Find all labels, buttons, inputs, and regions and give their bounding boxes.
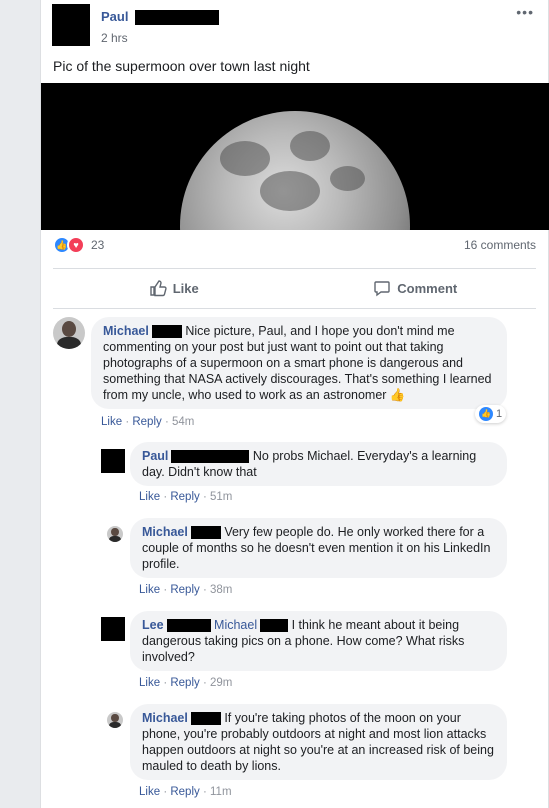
comment-button[interactable]: Comment [295, 270, 537, 306]
poster-name[interactable]: Paul [101, 9, 220, 26]
like-label: Like [172, 280, 199, 296]
comment-bubble: Lee Michael I think he meant about it be… [130, 611, 507, 671]
comment-count[interactable]: 16 comments [464, 238, 536, 252]
comment-time[interactable]: 54m [172, 416, 194, 428]
commenter-avatar[interactable] [107, 712, 123, 728]
redacted-surname [135, 10, 220, 26]
comment-author[interactable]: Michael [103, 324, 149, 338]
post-stats: 👍 ♥ 23 16 comments [53, 236, 536, 254]
commenter-avatar[interactable] [107, 526, 123, 542]
comment-time[interactable]: 29m [210, 677, 232, 689]
comment-meta: Like · Reply · 54m [101, 416, 195, 428]
comment-bubble: Paul No probs Michael. Everyday's a lear… [130, 442, 507, 486]
mention-tag[interactable]: Michael [214, 618, 257, 632]
post-card: Paul 2 hrs ••• Pic of the supermoon over… [40, 0, 549, 808]
comment-reply-link[interactable]: Reply [170, 786, 199, 798]
comment-like-link[interactable]: Like [139, 491, 160, 503]
like-button[interactable]: Like [53, 270, 295, 306]
comment-bubble: Michael Very few people do. He only work… [130, 518, 507, 578]
comment-author[interactable]: Paul [142, 449, 168, 463]
comment-meta: Like · Reply · 38m [139, 584, 233, 596]
redacted-surname [190, 526, 221, 540]
post-text: Pic of the supermoon over town last nigh… [53, 58, 310, 74]
reaction-count[interactable]: 23 [91, 238, 104, 252]
moon-image [180, 111, 410, 230]
comment-reply-link[interactable]: Reply [170, 491, 199, 503]
love-reaction-icon[interactable]: ♥ [67, 236, 85, 254]
comment-reply-link[interactable]: Reply [132, 416, 161, 428]
commenter-avatar[interactable] [101, 449, 125, 473]
comment-author[interactable]: Lee [142, 618, 164, 632]
comment-reactions[interactable]: 👍 1 [475, 405, 507, 423]
redacted-surname [190, 712, 221, 726]
comment-time[interactable]: 11m [210, 786, 232, 798]
comment-author[interactable]: Michael [142, 525, 188, 539]
comment-time[interactable]: 38m [210, 584, 232, 596]
more-options-icon[interactable]: ••• [516, 4, 534, 20]
commenter-avatar[interactable] [53, 317, 85, 349]
comment-bubble: Michael If you're taking photos of the m… [130, 704, 507, 780]
comment-bubble: Michael Nice picture, Paul, and I hope y… [91, 317, 507, 409]
post-actions: Like Comment [53, 270, 536, 306]
comment-time[interactable]: 51m [210, 491, 232, 503]
comment-meta: Like · Reply · 29m [139, 677, 233, 689]
commenter-avatar[interactable] [101, 617, 125, 641]
poster-avatar[interactable] [52, 4, 90, 46]
redacted-surname [151, 325, 182, 339]
comment-label: Comment [397, 280, 458, 296]
comment-like-link[interactable]: Like [139, 677, 160, 689]
redacted-surname [166, 619, 211, 633]
redacted-surname [260, 619, 289, 633]
comment-like-link[interactable]: Like [101, 416, 122, 428]
comment-author[interactable]: Michael [142, 711, 188, 725]
thumbs-up-icon [150, 280, 167, 297]
redacted-surname [171, 450, 250, 464]
comment-reply-link[interactable]: Reply [170, 677, 199, 689]
divider [53, 268, 536, 269]
post-timestamp[interactable]: 2 hrs [101, 31, 128, 45]
comment-reply-link[interactable]: Reply [170, 584, 199, 596]
comment-meta: Like · Reply · 51m [139, 491, 233, 503]
comment-like-link[interactable]: Like [139, 786, 160, 798]
comment-like-count: 1 [496, 408, 503, 420]
comment-meta: Like · Reply · 11m [139, 786, 232, 798]
comment-like-link[interactable]: Like [139, 584, 160, 596]
comment-bubble-icon [374, 281, 390, 297]
like-reaction-icon: 👍 [479, 407, 493, 421]
post-photo[interactable] [41, 83, 549, 230]
divider [53, 308, 536, 309]
